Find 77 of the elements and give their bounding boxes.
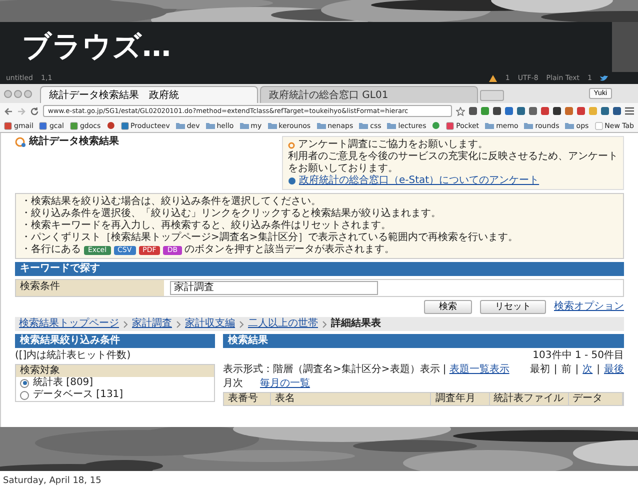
column-header: 調査年月: [431, 393, 490, 405]
chevron-icon: [322, 320, 327, 328]
bookmark-icon[interactable]: [106, 121, 114, 130]
note-text: のボタンを押すと該当データが表示されます。: [184, 244, 395, 256]
folder-icon: [176, 122, 185, 129]
browser-tab[interactable]: 政府統計の総合窓口 GL01: [260, 86, 478, 103]
folder-icon: [387, 122, 396, 129]
pager-item[interactable]: 最後: [604, 364, 624, 376]
column-header: 表番号: [224, 393, 271, 405]
chevron-icon: [239, 320, 244, 328]
menu-icon[interactable]: [625, 107, 634, 115]
breadcrumb-item[interactable]: 家計調査: [132, 318, 172, 330]
keyword-field[interactable]: 家計調査: [170, 281, 378, 295]
radio-label[interactable]: データベース [131]: [33, 389, 124, 401]
hint-text: ([]内は統計表ヒット件数): [15, 350, 132, 362]
pager-item[interactable]: 次: [582, 364, 593, 376]
form-button[interactable]: 検索: [424, 300, 472, 314]
bullet-icon: [288, 142, 295, 148]
column-header: 表名: [270, 393, 432, 405]
column-header: 統計表ファイル: [490, 393, 569, 405]
survey-link[interactable]: 政府統計の総合窓口（e-Stat）についてのアンケート: [299, 175, 540, 187]
page-title: 統計データ検索結果: [29, 136, 119, 148]
pager-item: 最初: [530, 364, 550, 376]
slide-title: ブラウズ…: [22, 28, 171, 65]
group-link[interactable]: 毎月の一覧: [260, 378, 310, 390]
form-button[interactable]: リセット: [480, 300, 546, 314]
breadcrumb-item[interactable]: 検索結果トップページ: [19, 318, 119, 330]
bird-icon[interactable]: [600, 74, 608, 82]
section-header: 検索結果: [223, 334, 624, 348]
note-text: ・絞り込み条件を選択後、「絞り込む」リンクをクリックすると検索結果が絞り込まれます。: [21, 208, 442, 220]
radio-button[interactable]: [20, 378, 29, 388]
note-text: ・各行にある: [21, 244, 81, 256]
folder-icon: [240, 122, 249, 129]
folder-icon: [524, 122, 534, 129]
note-text: ・検索キーワードを再入力し、再検索すると、絞り込み条件はリセットされます。: [21, 220, 392, 232]
note-text: ・パンくずリスト［検索結果トップページ>調査名>集計区分］で表示されている範囲内で再検索を行います。: [21, 232, 519, 244]
folder-icon: [359, 122, 368, 129]
ring-icon: [15, 136, 26, 148]
chevron-icon: [176, 320, 181, 328]
pager-item: 前: [561, 364, 572, 376]
chevron-icon: [123, 320, 128, 328]
side-panel: [612, 22, 638, 72]
radio-label[interactable]: 統計表 [809]: [33, 377, 94, 389]
note-text: ・検索結果を絞り込む場合は、絞り込み条件を選択してください。: [21, 196, 322, 208]
field-label: 検索条件: [16, 280, 164, 296]
window-controls-icon[interactable]: [4, 90, 32, 98]
breadcrumb-item: 詳細結果表: [331, 318, 381, 330]
star-icon[interactable]: [456, 106, 465, 116]
pager-item: |: [575, 364, 579, 376]
folder-icon: [316, 122, 326, 129]
survey-heading: アンケート調査にご協力をお願いします。: [298, 139, 488, 150]
format-link[interactable]: 表題一覧表示: [449, 364, 510, 376]
filter-title: 検索対象: [16, 365, 214, 377]
back-icon[interactable]: [4, 106, 13, 116]
browser-tab[interactable]: 統計データ検索結果 政府統: [40, 86, 258, 103]
pager-item: |: [554, 364, 558, 376]
folder-icon: [565, 122, 574, 129]
pager-item: |: [596, 364, 600, 376]
info-icon: [288, 177, 296, 185]
radio-button[interactable]: [20, 390, 29, 400]
reload-icon[interactable]: [30, 106, 39, 116]
folder-icon: [268, 122, 277, 129]
column-header: データ: [568, 393, 623, 405]
folder-icon: [485, 122, 494, 129]
section-header: キーワードで探す: [15, 262, 624, 276]
group-label: 月次: [223, 378, 243, 390]
survey-text: 利用者のご意見を今後のサービスの充実化に反映させるため、アンケートをお願いしております。: [288, 151, 618, 174]
result-count: 103件中 1 - 50件目: [532, 350, 624, 362]
slide-date: Saturday, April 18, 15: [2, 475, 102, 488]
format-text: 表示形式：階層（調査名>集計区分>表題）表示 |: [223, 364, 446, 376]
options-link[interactable]: 検索オプション: [554, 301, 624, 313]
section-header: 検索結果絞り込み条件: [15, 334, 215, 348]
bookmark-icon[interactable]: [432, 121, 440, 130]
folder-icon: [206, 122, 215, 129]
breadcrumb-item[interactable]: 二人以上の世帯: [248, 318, 318, 330]
warning-icon: [489, 74, 498, 82]
breadcrumb-item[interactable]: 家計収支編: [185, 318, 235, 330]
